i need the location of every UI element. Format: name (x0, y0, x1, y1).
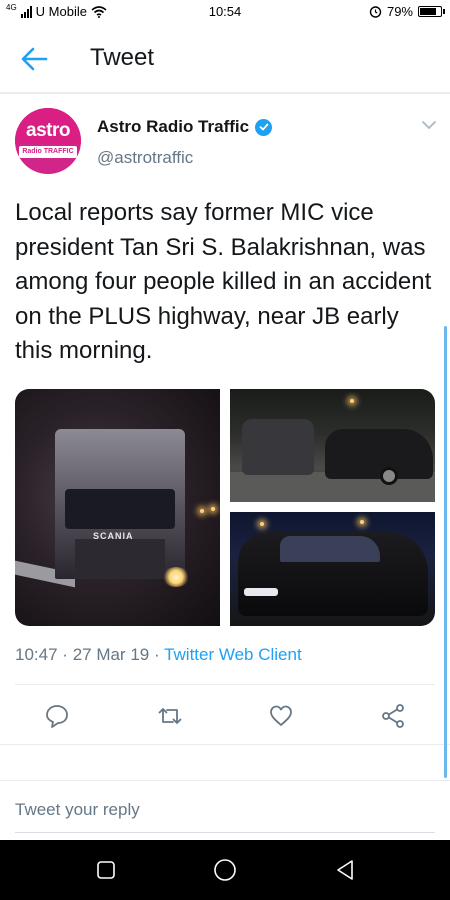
tweet-date: 27 Mar 19 (72, 645, 150, 664)
tweet-header: Tweet (0, 24, 450, 94)
author-display-name[interactable]: Astro Radio Traffic (97, 117, 273, 137)
heart-icon[interactable] (268, 703, 294, 729)
truck-badge: SCANIA (93, 531, 134, 541)
recents-square-icon[interactable] (94, 858, 118, 882)
back-arrow-icon[interactable] (20, 46, 48, 72)
display-name-text: Astro Radio Traffic (97, 117, 250, 136)
verified-badge-icon (255, 118, 273, 136)
back-triangle-icon[interactable] (333, 858, 357, 882)
tweet-actions (0, 695, 450, 735)
divider (15, 684, 435, 685)
tweet-text: Local reports say former MIC vice presid… (15, 199, 432, 364)
avatar-logo-subtext: Radio TRAFFIC (19, 146, 77, 158)
tweet-time: 10:47 (15, 645, 58, 664)
chevron-down-icon[interactable] (422, 120, 436, 130)
separator: · (153, 645, 160, 664)
reply-underline (15, 832, 435, 833)
battery-percent: 79% (386, 4, 413, 19)
section-separator (0, 744, 450, 781)
status-right: 79% (369, 4, 445, 19)
avatar[interactable]: astro Radio TRAFFIC (15, 108, 81, 174)
retweet-icon[interactable] (157, 703, 183, 729)
home-circle-icon[interactable] (213, 858, 237, 882)
page-title: Tweet (90, 44, 155, 71)
avatar-logo-text: astro (26, 120, 70, 141)
reply-input[interactable]: Tweet your reply (15, 800, 140, 820)
separator: · (62, 645, 68, 664)
tweet-media-grid: SCANIA (15, 389, 435, 626)
tweet-image-truck[interactable]: SCANIA (15, 389, 220, 626)
tweet-client-link[interactable]: Twitter Web Client (164, 645, 302, 664)
scrollbar[interactable] (444, 326, 447, 778)
author-handle[interactable]: @astrotraffic (97, 148, 193, 168)
status-bar: 4G U Mobile 10:54 79% (0, 0, 450, 24)
alarm-icon (369, 6, 382, 18)
system-nav-bar (0, 840, 450, 900)
tweet-image-wrecked-cars[interactable] (230, 389, 435, 502)
share-icon[interactable] (380, 703, 406, 729)
reply-icon[interactable] (44, 703, 70, 729)
tweet-timestamp: 10:47 · 27 Mar 19 · Twitter Web Client (15, 645, 302, 665)
tweet-image-mpv[interactable] (230, 512, 435, 626)
battery-icon (418, 6, 445, 17)
